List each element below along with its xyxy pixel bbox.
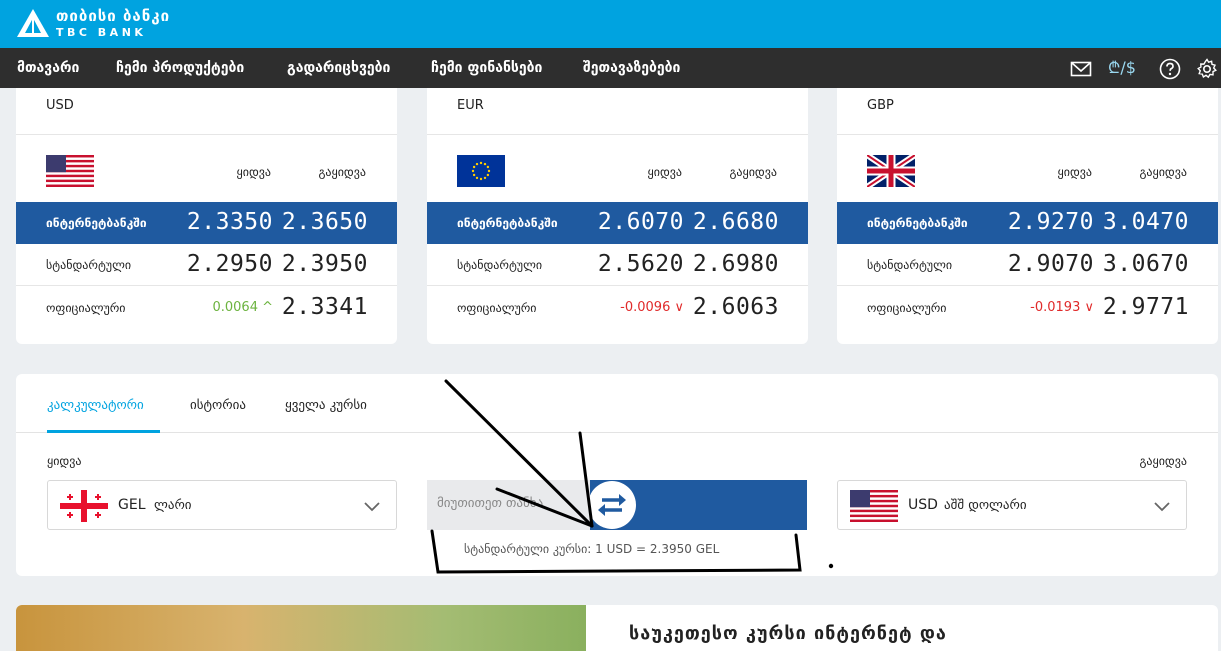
- amount-field[interactable]: მიუთითეთ თანხა: [427, 480, 807, 530]
- tbc-triangle-icon: [17, 9, 49, 37]
- to-currency-code: USD: [908, 497, 938, 513]
- calculator-tabs: კალკულატორი ისტორია ყველა კურსი: [16, 374, 1218, 433]
- sell-header: გაყიდვა: [318, 165, 366, 179]
- active-tab-indicator: [47, 430, 160, 433]
- tab-calculator[interactable]: კალკულატორი: [47, 398, 144, 413]
- from-currency-select[interactable]: GEL ლარი: [47, 480, 397, 530]
- sell-label: გაყიდვა: [1139, 454, 1187, 468]
- ge-flag-icon: [60, 490, 108, 522]
- rate-card-gbp: GBP ყიდვა გაყიდვა ინტერნეტბანკში 2.9270 …: [837, 88, 1218, 344]
- row-label: ინტერნეტბანკში: [867, 216, 968, 230]
- row-label: ოფიციალური: [457, 301, 537, 315]
- currency-calculator: კალკულატორი ისტორია ყველა კურსი ყიდვა გა…: [16, 374, 1218, 576]
- nav-item-my-finances[interactable]: ჩემი ფინანსები: [431, 48, 542, 88]
- standard-rate-row: სტანდარტული 2.2950 2.3950: [16, 244, 397, 286]
- sell-value: 2.6680: [692, 209, 779, 235]
- tbc-logo[interactable]: თიბისი ბანკი TBC BANK: [16, 8, 170, 38]
- to-currency-select[interactable]: USD აშშ დოლარი: [837, 480, 1187, 530]
- buy-value: 2.2950: [186, 251, 273, 277]
- row-label: სტანდარტული: [457, 258, 543, 272]
- main-nav: მთავარი ჩემი პროდუქტები გადარიცხვები ჩემ…: [0, 48, 1221, 88]
- tab-history[interactable]: ისტორია: [190, 398, 246, 413]
- official-rate-row: ოფიციალური 0.0064 ^ 2.3341: [16, 287, 397, 329]
- rate-change: 0.0064 ^: [212, 300, 273, 315]
- sell-value: 2.3950: [281, 251, 368, 277]
- currency-code: USD: [46, 98, 74, 113]
- chevron-down-icon: [364, 502, 380, 512]
- nav-item-offers[interactable]: შეთავაზებები: [583, 48, 680, 88]
- buy-value: 2.9270: [1007, 209, 1094, 235]
- sell-value: 3.0670: [1102, 251, 1189, 277]
- brand-name-en: TBC BANK: [56, 25, 147, 39]
- official-rate-row: ოფიციალური -0.0096 ∨ 2.6063: [427, 287, 808, 329]
- us-flag-icon: [46, 155, 94, 187]
- row-label: სტანდარტული: [867, 258, 953, 272]
- row-label: ოფიციალური: [867, 301, 947, 315]
- currency-code: GBP: [867, 98, 894, 113]
- internet-rate-row: ინტერნეტბანკში 2.9270 3.0470: [837, 202, 1218, 244]
- buy-label: ყიდვა: [47, 454, 82, 468]
- official-value: 2.3341: [281, 294, 368, 320]
- standard-rate-row: სტანდარტული 2.5620 2.6980: [427, 244, 808, 286]
- from-currency-name: ლარი: [154, 498, 192, 513]
- standard-rate-note: სტანდარტული კურსი: 1 USD = 2.3950 GEL: [464, 542, 720, 556]
- nav-item-my-products[interactable]: ჩემი პროდუქტები: [116, 48, 244, 88]
- sell-header: გაყიდვა: [1139, 165, 1187, 179]
- amount-input[interactable]: მიუთითეთ თანხა: [427, 480, 590, 530]
- promo-banner[interactable]: საუკეთესო კურსი ინტერნეტ და: [16, 605, 1218, 651]
- buy-value: 2.6070: [597, 209, 684, 235]
- promo-image: [16, 605, 586, 651]
- sell-value: 2.6980: [692, 251, 779, 277]
- buy-header: ყიდვა: [236, 165, 271, 179]
- brand-name-ka: თიბისი ბანკი: [56, 6, 171, 25]
- buy-header: ყიდვა: [1057, 165, 1092, 179]
- row-label: ოფიციალური: [46, 301, 126, 315]
- buy-value: 2.3350: [186, 209, 273, 235]
- top-bar: თიბისი ბანკი TBC BANK: [0, 0, 1221, 48]
- rate-change: -0.0096 ∨: [620, 300, 684, 315]
- official-value: 2.9771: [1102, 294, 1189, 320]
- official-value: 2.6063: [692, 294, 779, 320]
- buy-value: 2.9070: [1007, 251, 1094, 277]
- settings-icon[interactable]: [1196, 58, 1218, 80]
- swap-currencies-button[interactable]: [588, 481, 636, 529]
- buy-header: ყიდვა: [647, 165, 682, 179]
- rate-card-usd: USD ყიდვა გაყიდვა ინტერნეტბანკში 2.3350 …: [16, 88, 397, 344]
- row-label: ინტერნეტბანკში: [46, 216, 147, 230]
- swap-arrows-icon: [598, 494, 626, 516]
- to-currency-name: აშშ დოლარი: [944, 498, 1027, 513]
- help-icon[interactable]: [1159, 58, 1181, 80]
- uk-flag-icon: [867, 155, 915, 187]
- sell-header: გაყიდვა: [729, 165, 777, 179]
- chevron-down-icon: [1154, 502, 1170, 512]
- from-currency-code: GEL: [118, 497, 146, 513]
- sell-value: 3.0470: [1102, 209, 1189, 235]
- eu-flag-icon: [457, 155, 505, 187]
- row-label: სტანდარტული: [46, 258, 132, 272]
- internet-rate-row: ინტერნეტბანკში 2.6070 2.6680: [427, 202, 808, 244]
- promo-title: საუკეთესო კურსი ინტერნეტ და: [629, 623, 947, 644]
- mail-icon[interactable]: [1070, 58, 1092, 80]
- nav-item-transfers[interactable]: გადარიცხვები: [287, 48, 390, 88]
- us-flag-icon: [850, 490, 898, 522]
- tab-all-rates[interactable]: ყველა კურსი: [285, 398, 367, 413]
- currency-code: EUR: [457, 98, 484, 113]
- rate-card-eur: EUR ყიდვა გაყიდვა ინტერნეტბანკში 2.6070 …: [427, 88, 808, 344]
- sell-value: 2.3650: [281, 209, 368, 235]
- rate-change: -0.0193 ∨: [1030, 300, 1094, 315]
- currency-toggle[interactable]: ₾/$: [1108, 56, 1143, 78]
- nav-item-home[interactable]: მთავარი: [17, 48, 79, 88]
- official-rate-row: ოფიციალური -0.0193 ∨ 2.9771: [837, 287, 1218, 329]
- standard-rate-row: სტანდარტული 2.9070 3.0670: [837, 244, 1218, 286]
- buy-value: 2.5620: [597, 251, 684, 277]
- internet-rate-row: ინტერნეტბანკში 2.3350 2.3650: [16, 202, 397, 244]
- row-label: ინტერნეტბანკში: [457, 216, 558, 230]
